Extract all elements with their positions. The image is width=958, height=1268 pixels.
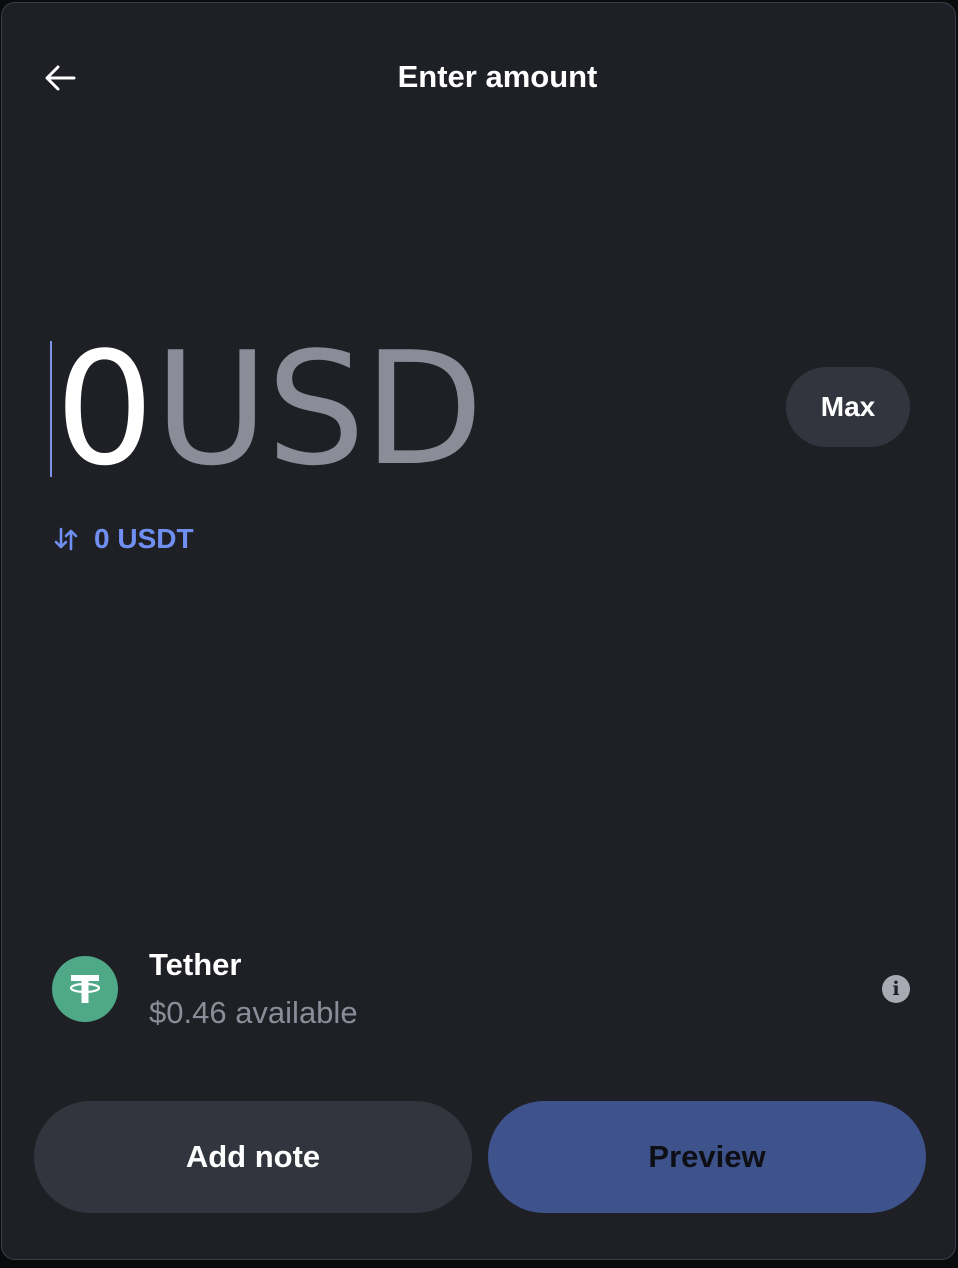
asset-name: Tether: [149, 947, 242, 982]
add-note-button[interactable]: Add note: [34, 1101, 472, 1213]
tether-logo: [52, 956, 118, 1022]
currency-toggle[interactable]: 0 USDT: [52, 519, 194, 559]
text-caret: [50, 341, 52, 477]
swap-vertical-icon: [52, 525, 80, 553]
amount-input[interactable]: 0 USD: [50, 318, 484, 500]
asset-selector[interactable]: Tether $0.46 available i: [52, 943, 914, 1039]
send-amount-panel: Enter amount 0 USD Max 0 USDT Tether $0.…: [1, 2, 956, 1260]
max-button[interactable]: Max: [786, 367, 910, 447]
page-title: Enter amount: [397, 59, 598, 94]
amount-currency: USD: [154, 318, 483, 500]
preview-button[interactable]: Preview: [488, 1101, 926, 1213]
converted-amount: 0 USDT: [94, 523, 194, 554]
asset-balance: $0.46 available: [149, 995, 358, 1030]
amount-value: 0: [55, 318, 154, 500]
info-icon[interactable]: i: [882, 975, 910, 1003]
